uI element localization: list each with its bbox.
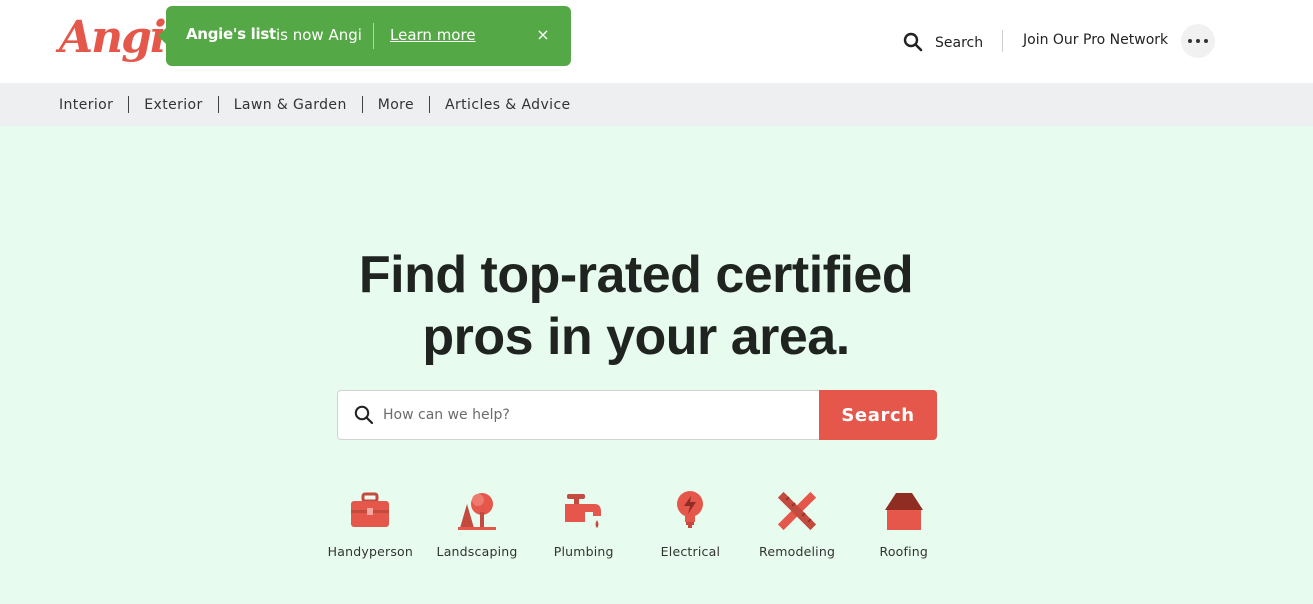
nav-separator (361, 96, 363, 113)
nav-item-lawn-garden[interactable]: Lawn & Garden (234, 97, 347, 113)
search-field-wrapper (337, 390, 819, 440)
category-landscaping[interactable]: Landscaping (424, 490, 531, 559)
nav-item-more[interactable]: More (378, 97, 414, 113)
ruler-pencil-icon (778, 491, 817, 531)
header-divider (1002, 30, 1003, 52)
header-search-button[interactable]: Search (903, 30, 983, 54)
category-label: Remodeling (759, 544, 836, 559)
search-input[interactable] (383, 395, 819, 435)
rebrand-banner: Angie's list is now Angi Learn more × (158, 6, 571, 66)
banner-text: is now Angi (276, 26, 362, 44)
banner-divider (373, 23, 374, 49)
nav-item-interior[interactable]: Interior (59, 97, 113, 113)
category-electrical[interactable]: Electrical (637, 490, 744, 559)
hero-section: Find top-rated certified pros in your ar… (0, 126, 1313, 604)
header-search-label: Search (935, 35, 984, 51)
close-icon[interactable]: × (534, 24, 552, 46)
angi-logo[interactable]: Angi (59, 10, 167, 66)
category-handyperson[interactable]: Handyperson (317, 490, 424, 559)
nav-item-articles-advice[interactable]: Articles & Advice (445, 97, 571, 113)
learn-more-link[interactable]: Learn more (390, 26, 476, 44)
category-shortcuts: Handyperson Landscaping Plumbing Electri… (317, 490, 957, 559)
ellipsis-icon (1188, 39, 1192, 43)
ellipsis-dot (1204, 39, 1208, 43)
category-remodeling[interactable]: Remodeling (744, 490, 851, 559)
category-label: Plumbing (553, 544, 614, 559)
search-button[interactable]: Search (819, 390, 937, 440)
category-label: Landscaping (436, 544, 518, 559)
nav-separator (429, 96, 431, 113)
search-icon (354, 405, 374, 425)
category-label: Roofing (879, 544, 929, 559)
lightbulb-icon (677, 491, 704, 528)
headline-line-2: pros in your area. (422, 308, 850, 366)
category-plumbing[interactable]: Plumbing (530, 490, 637, 559)
more-options-button[interactable] (1181, 24, 1215, 58)
site-header: Angi Angie's list is now Angi Learn more… (0, 0, 1313, 83)
nav-separator (217, 96, 219, 113)
nav-separator (128, 96, 130, 113)
headline-line-1: Find top-rated certified (358, 246, 914, 304)
category-label: Electrical (660, 544, 721, 559)
category-label: Handyperson (327, 544, 414, 559)
hero-headline: Find top-rated certified pros in your ar… (256, 244, 1016, 368)
faucet-icon (564, 494, 601, 528)
join-pro-network-link[interactable]: Join Our Pro Network (1023, 32, 1168, 48)
category-roofing[interactable]: Roofing (850, 490, 957, 559)
nav-item-exterior[interactable]: Exterior (144, 97, 202, 113)
pro-search-form: Search (337, 390, 937, 440)
banner-brand: Angie's list (186, 25, 276, 43)
ellipsis-dot (1196, 39, 1200, 43)
search-icon (903, 32, 923, 52)
category-nav: Interior Exterior Lawn & Garden More Art… (0, 83, 1313, 126)
house-roof-icon (884, 493, 923, 530)
tree-icon (458, 493, 497, 530)
toolbox-icon (351, 492, 390, 527)
